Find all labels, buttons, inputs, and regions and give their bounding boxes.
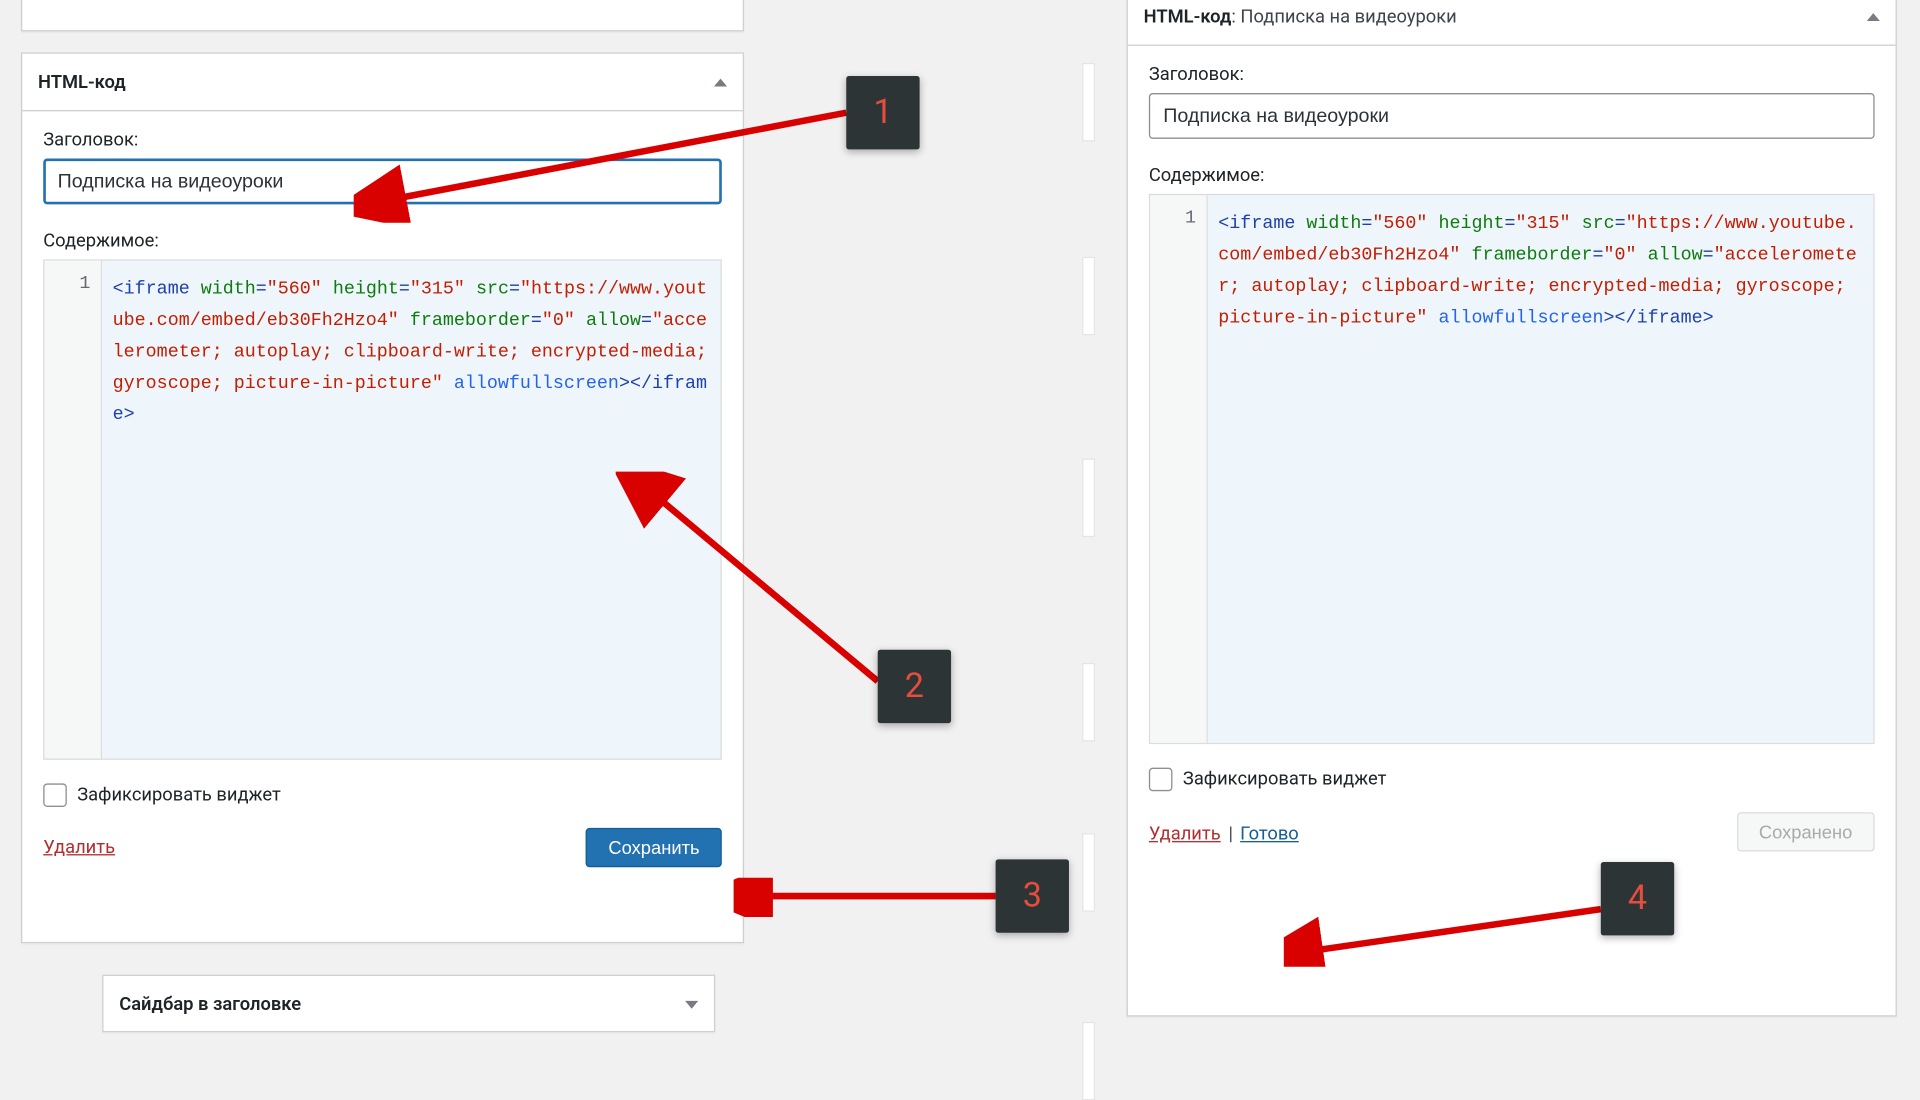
- content-field-label: Содержимое:: [1149, 165, 1875, 186]
- arrow-3: [734, 878, 1009, 917]
- chevron-up-icon[interactable]: [714, 78, 727, 86]
- widget-title: HTML-код: Подписка на видеоуроки: [1144, 6, 1457, 27]
- chevron-up-icon[interactable]: [1867, 12, 1880, 20]
- drop-handle[interactable]: [1082, 458, 1095, 537]
- fix-widget-checkbox[interactable]: [43, 783, 67, 807]
- title-input[interactable]: [43, 159, 722, 205]
- separator: |: [1228, 823, 1237, 844]
- fix-widget-checkbox[interactable]: [1149, 768, 1173, 792]
- code-content[interactable]: <iframe width="560" height="315" src="ht…: [1208, 195, 1873, 743]
- save-button[interactable]: Сохранить: [586, 828, 722, 867]
- widget-header[interactable]: HTML-код: Подписка на видеоуроки: [1128, 0, 1896, 46]
- delete-link[interactable]: Удалить: [43, 837, 115, 858]
- code-gutter: 1: [45, 261, 103, 759]
- title-input[interactable]: [1149, 93, 1875, 139]
- title-field-label: Заголовок:: [1149, 64, 1875, 85]
- fix-widget-label: Зафиксировать виджет: [77, 785, 281, 806]
- title-field-label: Заголовок:: [43, 130, 722, 151]
- code-content[interactable]: <iframe width="560" height="315" src="ht…: [102, 261, 720, 759]
- drop-handle[interactable]: [1082, 1022, 1095, 1100]
- fix-widget-label: Зафиксировать виджет: [1183, 769, 1387, 790]
- drop-handle[interactable]: [1082, 63, 1095, 142]
- sidebar-in-header-box[interactable]: Сайдбар в заголовке: [102, 975, 715, 1033]
- widget-title: HTML-код: [38, 71, 126, 92]
- prev-widget-placeholder: [21, 0, 744, 31]
- delete-link[interactable]: Удалить: [1149, 823, 1221, 844]
- drop-handle[interactable]: [1082, 257, 1095, 336]
- drop-handle[interactable]: [1082, 663, 1095, 742]
- annotation-1: 1: [846, 76, 919, 149]
- widget-header[interactable]: HTML-код: [22, 54, 742, 112]
- code-gutter: 1: [1150, 195, 1208, 743]
- annotation-2: 2: [878, 650, 951, 723]
- chevron-down-icon[interactable]: [685, 1001, 698, 1009]
- code-editor[interactable]: 1 <iframe width="560" height="315" src="…: [1149, 194, 1875, 744]
- saved-button: Сохранено: [1737, 812, 1875, 851]
- annotation-4: 4: [1601, 862, 1674, 935]
- code-editor[interactable]: 1 <iframe width="560" height="315" src="…: [43, 259, 722, 759]
- content-field-label: Содержимое:: [43, 231, 722, 252]
- drop-handle[interactable]: [1082, 833, 1095, 912]
- done-link[interactable]: Готово: [1240, 823, 1299, 844]
- html-widget-left: HTML-код Заголовок: Содержимое: 1 <ifram…: [21, 52, 744, 943]
- sidebar-in-header-title: Сайдбар в заголовке: [119, 994, 301, 1015]
- html-widget-right: HTML-код: Подписка на видеоуроки Заголов…: [1127, 0, 1897, 1017]
- annotation-3: 3: [996, 859, 1069, 932]
